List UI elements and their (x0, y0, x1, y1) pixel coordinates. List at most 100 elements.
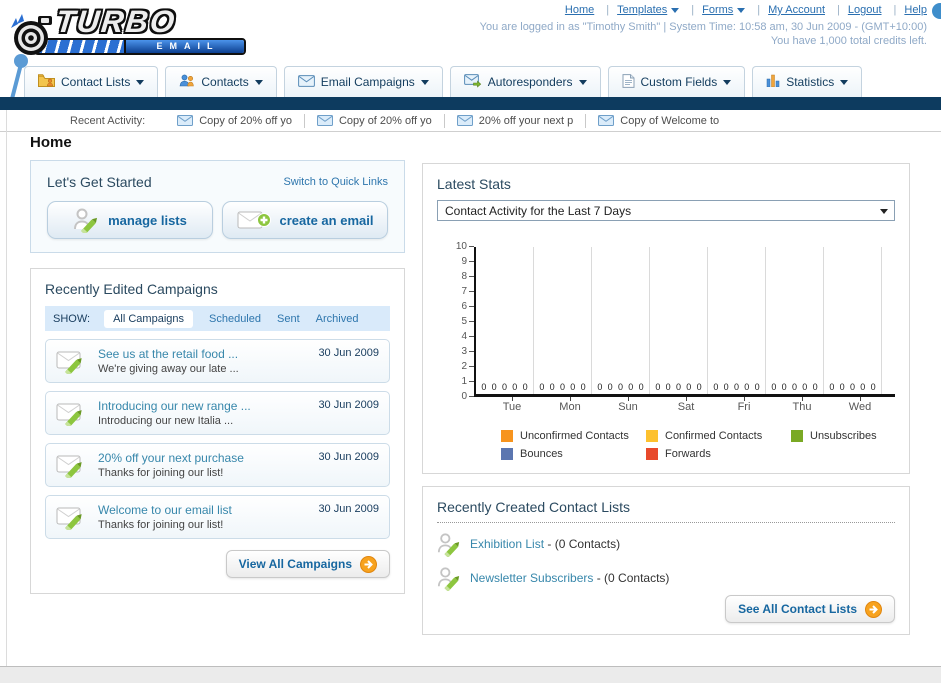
campaign-item-welcome-to-our-email-list[interactable]: Welcome to our email list Thanks for joi… (45, 495, 390, 539)
contact-list-link[interactable]: Newsletter Subscribers (470, 571, 593, 585)
logo-band: EMAIL (34, 38, 246, 55)
recent-activity-item[interactable]: Copy of 20% off yo (305, 113, 445, 128)
turbo-spiral-icon (11, 14, 52, 55)
contacts-people-icon (179, 74, 195, 90)
recent-activity-item-label: Copy of Welcome to (620, 114, 720, 127)
contact-list-count: - (0 Contacts) (547, 537, 621, 551)
person-edit-icon (74, 208, 98, 233)
chevron-down-icon (880, 209, 888, 214)
turbo-email-dashboard: EMAIL TURBO Home Templates (0, 0, 941, 683)
tab-label: Statistics (786, 75, 835, 89)
campaign-subtitle: Thanks for joining our list! (98, 467, 224, 479)
get-started-panel: Let's Get Started Switch to Quick Links … (30, 160, 405, 253)
tab-email-campaigns[interactable]: Email Campaigns (283, 66, 443, 97)
top-nav-item-help: Help (904, 4, 927, 16)
logo-turbo-text: TURBO (54, 4, 179, 39)
campaign-item-see-us-at-the-retail-food[interactable]: See us at the retail food ... We're givi… (45, 339, 390, 383)
campaign-subtitle: We're giving away our late ... (98, 363, 239, 375)
page-left-border (6, 110, 7, 666)
chart-plot-area: 00000000000000000000000000000000000 (474, 247, 895, 397)
contact-lists-folder-icon (38, 74, 55, 90)
top-nav-link[interactable]: Forms (702, 4, 733, 16)
recent-activity-label: Recent Activity: (70, 114, 146, 127)
campaign-date: 30 Jun 2009 (318, 399, 379, 411)
tab-label: Contacts (201, 75, 249, 89)
email-edit-icon (56, 351, 82, 374)
envelope-icon (316, 115, 333, 126)
top-nav-item-templates: Templates (617, 4, 702, 16)
email-envelope-icon (297, 74, 315, 90)
top-nav: Home Templates Forms My Account (565, 4, 927, 16)
envelope-icon (456, 115, 473, 126)
arrow-right-circle-icon (360, 555, 377, 573)
recent-activity-bar: Recent Activity: Copy of 20% off yo Copy… (0, 110, 941, 132)
email-edit-icon (56, 455, 82, 478)
recent-activity-item[interactable]: Copy of 20% off yo (165, 113, 305, 128)
campaign-title-link[interactable]: 20% off your next purchase (98, 451, 244, 465)
header: EMAIL TURBO Home Templates (0, 0, 941, 127)
credits-text: You have 1,000 total credits left. (770, 35, 927, 47)
tab-label: Custom Fields (640, 75, 718, 89)
tab-contacts[interactable]: Contacts (165, 66, 277, 97)
stats-range-select[interactable]: Contact Activity for the Last 7 Days (437, 200, 895, 221)
autoresponder-envelope-icon (463, 73, 482, 91)
logo-email-text: EMAIL (126, 40, 244, 53)
contact-list-link[interactable]: Exhibition List (470, 537, 544, 551)
dotted-divider (437, 522, 895, 523)
campaign-title-link[interactable]: See us at the retail food ... (98, 347, 239, 361)
recent-campaigns-panel: Recently Edited Campaigns SHOW: All Camp… (30, 268, 405, 594)
get-started-title: Let's Get Started (47, 174, 152, 190)
recent-activity-item[interactable]: Copy of Welcome to (586, 114, 731, 128)
top-nav-link[interactable]: Logout (848, 4, 882, 16)
contact-list-item-exhibition-list[interactable]: Exhibition List - (0 Contacts) (437, 531, 895, 557)
contact-lists-title: Recently Created Contact Lists (437, 499, 630, 515)
chevron-down-icon (136, 79, 145, 85)
page-footer (0, 667, 941, 683)
campaign-filter-scheduled[interactable]: Scheduled (209, 313, 261, 325)
chevron-down-icon (578, 79, 587, 85)
email-edit-icon (56, 507, 82, 530)
chevron-down-icon (254, 79, 263, 85)
recent-activity-item[interactable]: 20% off your next p (445, 113, 587, 128)
tab-statistics[interactable]: Statistics (752, 66, 863, 97)
campaign-filter-all-campaigns[interactable]: All Campaigns (104, 309, 193, 328)
top-nav-link[interactable]: Help (904, 4, 927, 16)
campaign-item-20-off-your-next-purchase[interactable]: 20% off your next purchase Thanks for jo… (45, 443, 390, 487)
tab-label: Email Campaigns (320, 75, 415, 89)
view-all-campaigns-label: View All Campaigns (238, 557, 352, 571)
recent-activity-item-label: 20% off your next p (478, 114, 574, 127)
top-nav-link[interactable]: Templates (617, 4, 667, 16)
campaign-item-introducing-our-new-range[interactable]: Introducing our new range ... Introducin… (45, 391, 390, 435)
show-label: SHOW: (53, 312, 91, 325)
tab-contact-lists[interactable]: Contact Lists (24, 66, 159, 97)
view-all-campaigns-button[interactable]: View All Campaigns (225, 550, 390, 578)
contact-list-item-newsletter-subscribers[interactable]: Newsletter Subscribers - (0 Contacts) (437, 565, 895, 591)
campaign-title-link[interactable]: Welcome to our email list (98, 503, 232, 517)
chevron-down-icon (840, 79, 849, 85)
envelope-icon (177, 115, 194, 126)
top-nav-item-my-account: My Account (768, 4, 848, 16)
create-email-button[interactable]: create an email (222, 201, 388, 239)
campaign-filter-sent[interactable]: Sent (277, 313, 300, 325)
campaign-subtitle: Thanks for joining our list! (98, 519, 224, 531)
chevron-down-icon (723, 79, 732, 85)
chart-y-axis: 10 9 8 7 6 5 4 3 2 1 0 (456, 241, 474, 402)
manage-lists-button[interactable]: manage lists (47, 201, 213, 239)
see-all-contact-lists-button[interactable]: See All Contact Lists (725, 595, 895, 623)
campaign-filter-bar: SHOW: All Campaigns Scheduled Sent Archi… (45, 306, 390, 331)
tab-autoresponders[interactable]: Autoresponders (449, 66, 601, 97)
statistics-bars-icon (766, 74, 780, 90)
top-nav-item-forms: Forms (702, 4, 768, 16)
create-email-label: create an email (279, 212, 374, 228)
campaign-filter-archived[interactable]: Archived (316, 313, 359, 325)
campaign-title-link[interactable]: Introducing our new range ... (98, 399, 251, 413)
chart-legend: Unconfirmed Contacts Confirmed Contacts Un… (501, 427, 941, 463)
latest-stats-title: Latest Stats (437, 176, 511, 192)
switch-quick-links-link[interactable]: Switch to Quick Links (283, 176, 388, 188)
top-nav-link[interactable]: My Account (768, 4, 825, 16)
top-nav-item-logout: Logout (848, 4, 905, 16)
stats-range-selected-value: Contact Activity for the Last 7 Days (445, 203, 632, 218)
tab-custom-fields[interactable]: Custom Fields (607, 66, 746, 97)
contact-activity-chart: 10 9 8 7 6 5 4 3 2 1 0 000000000000000000000000000… (456, 241, 895, 463)
top-nav-link[interactable]: Home (565, 4, 594, 16)
